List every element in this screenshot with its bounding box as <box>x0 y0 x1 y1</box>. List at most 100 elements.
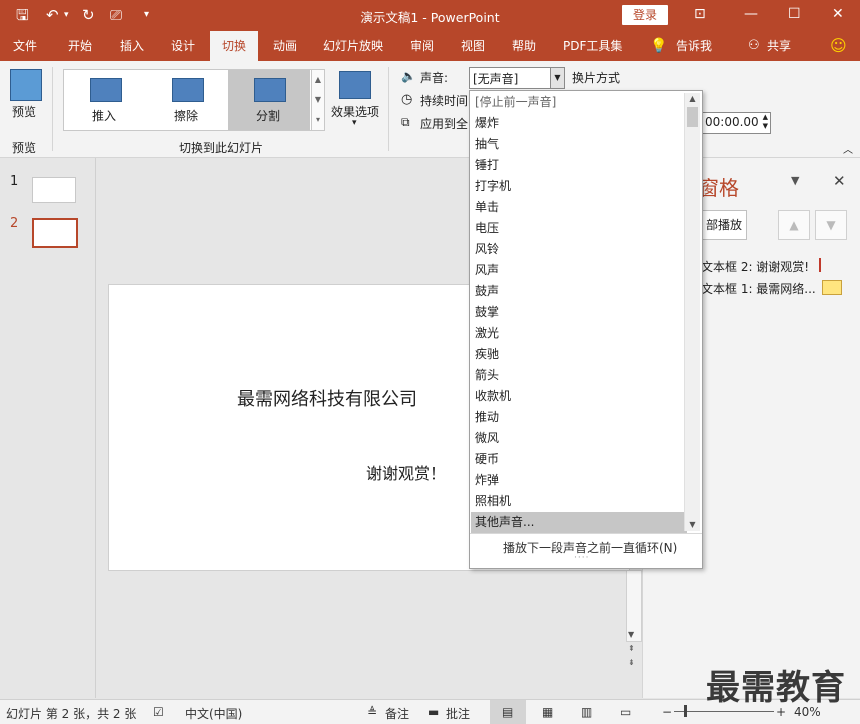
dd-item[interactable]: 炸弹 <box>471 470 687 491</box>
dd-item[interactable]: 硬币 <box>471 449 687 470</box>
dd-item-stop-previous[interactable]: [停止前一声音] <box>471 92 687 113</box>
smiley-icon[interactable]: ☺ <box>830 31 847 61</box>
tab-transitions[interactable]: 切换 <box>210 31 258 61</box>
transition-split-label: 分割 <box>255 109 280 123</box>
preview-group-label: 预览 <box>12 141 37 155</box>
maximize-icon[interactable]: ☐ <box>788 5 801 23</box>
transition-push[interactable]: 推入 <box>64 70 144 130</box>
duration-label: 持续时间 <box>420 94 469 108</box>
spellcheck-icon[interactable]: ☑ <box>153 705 164 719</box>
dropdown-scroll-down-icon[interactable]: ▼ <box>685 519 700 531</box>
dd-item[interactable]: 爆炸 <box>471 113 687 134</box>
clock-icon: ◷ <box>401 92 413 107</box>
tab-insert[interactable]: 插入 <box>120 31 144 61</box>
dd-item[interactable]: 激光 <box>471 323 687 344</box>
watermark-logo: 最需教育 <box>706 668 846 708</box>
slide-subtitle-text[interactable]: 谢谢观赏！ <box>366 460 446 484</box>
sound-dropdown-arrow-icon[interactable]: ▼ <box>550 68 564 88</box>
tab-design[interactable]: 设计 <box>171 31 195 61</box>
preview-icon[interactable] <box>10 69 42 101</box>
dd-item[interactable]: 鼓声 <box>471 281 687 302</box>
dd-item[interactable]: 风声 <box>471 260 687 281</box>
slide-thumbnail-1[interactable] <box>32 177 76 203</box>
dd-item[interactable]: 箭头 <box>471 365 687 386</box>
gallery-more-icon[interactable]: ▾ <box>312 110 324 130</box>
thumbnail-number: 1 <box>10 174 19 189</box>
tab-file[interactable]: 文件 <box>13 31 37 61</box>
dd-item[interactable]: 推动 <box>471 407 687 428</box>
scroll-nav-icons[interactable]: ▼ ⇞ ⇟ <box>628 628 635 670</box>
sound-combobox[interactable]: [无声音] ▼ <box>469 67 565 89</box>
tab-pdf-tools[interactable]: PDF工具集 <box>563 31 622 61</box>
dd-item[interactable]: 照相机 <box>471 491 687 512</box>
login-button[interactable]: 登录 <box>622 5 668 25</box>
split-icon <box>254 78 286 102</box>
apply-to-all-button[interactable]: 应用到全 <box>420 115 468 132</box>
minimize-icon[interactable]: — <box>744 5 758 23</box>
tab-help[interactable]: 帮助 <box>512 31 536 61</box>
move-down-icon[interactable]: ▼ <box>815 210 847 240</box>
ribbon-display-icon[interactable]: ⊡ <box>694 5 706 23</box>
language-status[interactable]: 中文(中国) <box>185 705 242 722</box>
effect-options-icon[interactable] <box>339 71 371 99</box>
tab-animations[interactable]: 动画 <box>273 31 297 61</box>
dropdown-scrollbar[interactable]: ▲ ▼ <box>684 93 700 531</box>
dd-item[interactable]: 风铃 <box>471 239 687 260</box>
dd-item[interactable]: 打字机 <box>471 176 687 197</box>
comments-button[interactable]: 批注 <box>446 705 470 722</box>
dd-item[interactable]: 鼓掌 <box>471 302 687 323</box>
transition-push-label: 推入 <box>91 109 116 123</box>
close-icon[interactable]: ✕ <box>832 5 844 23</box>
wipe-icon <box>172 78 204 102</box>
tab-view[interactable]: 视图 <box>461 31 485 61</box>
gallery-up-icon[interactable]: ▲ <box>312 70 324 90</box>
zoom-out-icon[interactable]: − <box>662 705 672 719</box>
slide-thumbnails: 1 2 <box>0 158 96 698</box>
pane-close-icon[interactable]: ✕ <box>833 172 846 190</box>
slide-thumbnail-2[interactable] <box>32 218 78 248</box>
zoom-slider[interactable] <box>674 711 774 712</box>
gallery-scrollbar[interactable]: ▲ ▼ ▾ <box>311 69 325 131</box>
dropdown-scroll-up-icon[interactable]: ▲ <box>685 93 700 105</box>
group-separator <box>52 67 53 151</box>
dd-item[interactable]: 锤打 <box>471 155 687 176</box>
effect-options-chevron-icon[interactable]: ▾ <box>352 118 357 128</box>
collapse-ribbon-icon[interactable]: ︿ <box>843 141 853 156</box>
animation-item-1[interactable]: 文本框 2: 谢谢观赏! <box>701 258 809 275</box>
resize-grip-icon[interactable]: ···· <box>574 553 589 563</box>
transition-split[interactable]: 分割 <box>228 70 310 130</box>
move-up-icon[interactable]: ▲ <box>778 210 810 240</box>
zoom-slider-thumb[interactable] <box>684 705 687 717</box>
reading-view-icon[interactable]: ▥ <box>581 705 592 719</box>
tell-me[interactable]: 告诉我 <box>676 31 712 61</box>
dd-item[interactable]: 抽气 <box>471 134 687 155</box>
dd-item-other-sounds[interactable]: 其他声音... <box>471 512 687 533</box>
notes-icon[interactable]: ≜ <box>367 705 377 719</box>
notes-button[interactable]: 备注 <box>385 705 409 722</box>
slide-sorter-icon[interactable]: ▦ <box>542 705 553 719</box>
share-button[interactable]: 共享 <box>767 31 791 61</box>
dd-item[interactable]: 电压 <box>471 218 687 239</box>
dropdown-scroll-thumb[interactable] <box>687 107 698 127</box>
spinner-arrows-icon[interactable]: ▲ ▼ <box>763 113 768 131</box>
transition-wipe[interactable]: 擦除 <box>146 70 226 130</box>
dd-item[interactable]: 单击 <box>471 197 687 218</box>
share-user-icon: ⚇ <box>748 38 760 53</box>
dd-item[interactable]: 疾驰 <box>471 344 687 365</box>
tab-review[interactable]: 审阅 <box>410 31 434 61</box>
comments-icon[interactable]: ▬ <box>428 705 439 719</box>
tab-home[interactable]: 开始 <box>68 31 92 61</box>
slide-title-text[interactable]: 最需网络科技有限公司 <box>237 385 417 411</box>
dd-item[interactable]: 微风 <box>471 428 687 449</box>
transition-group-label: 切换到此幻灯片 <box>179 141 264 155</box>
dd-item[interactable]: 收款机 <box>471 386 687 407</box>
pane-options-icon[interactable]: ▼ <box>791 174 799 187</box>
loop-sound-option[interactable]: 播放下一段声音之前一直循环(N) <box>503 539 677 556</box>
preview-button-label[interactable]: 预览 <box>12 103 36 120</box>
after-time-spinner[interactable]: 00:00.00 ▲ ▼ <box>701 112 771 134</box>
advance-slide-label: 换片方式 <box>572 71 621 85</box>
tab-slideshow[interactable]: 幻灯片放映 <box>323 31 383 61</box>
gallery-down-icon[interactable]: ▼ <box>312 90 324 110</box>
animation-item-2[interactable]: 文本框 1: 最需网络... <box>701 280 816 297</box>
slideshow-icon[interactable]: ▭ <box>620 705 631 719</box>
